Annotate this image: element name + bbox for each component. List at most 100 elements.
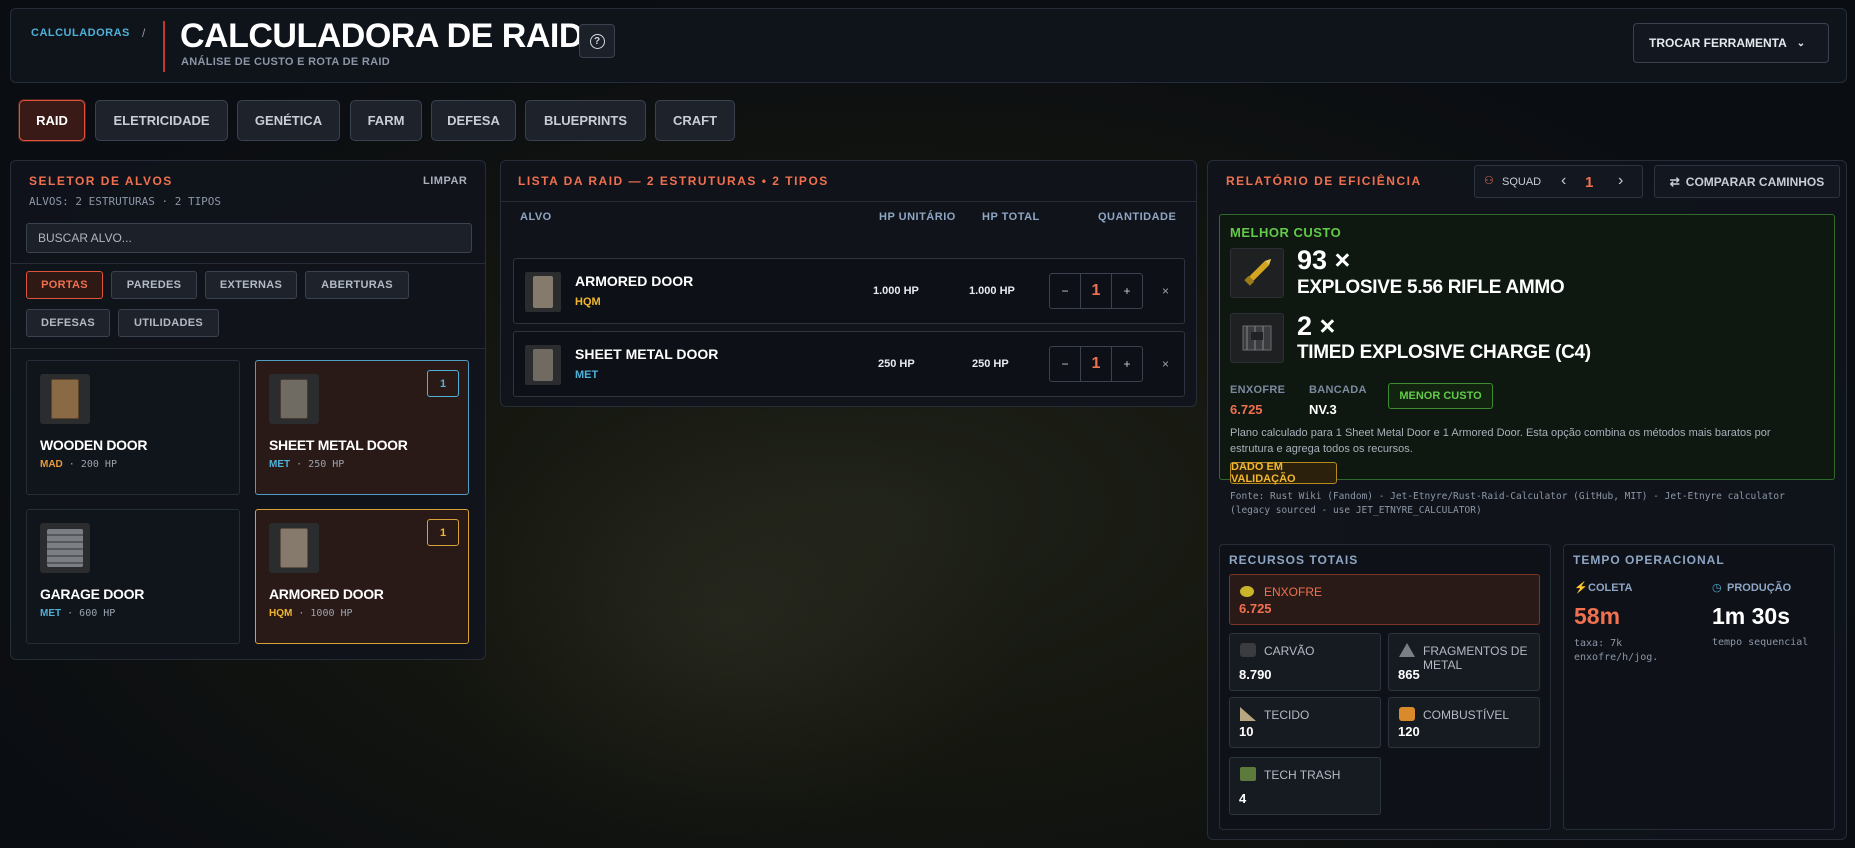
resource-label: TECH TRASH — [1264, 768, 1341, 782]
card-hp: 250 HP — [308, 459, 345, 470]
sulfur-label: ENXOFRE — [1230, 384, 1286, 396]
tech-trash-icon — [1240, 767, 1256, 781]
card-hp: 1000 HP — [310, 608, 353, 619]
target-card-garage-door[interactable]: GARAGE DOOR MET · 600 HP — [26, 509, 240, 644]
raid-list-panel: LISTA DA RAID — 2 ESTRUTURAS • 2 TIPOS A… — [500, 160, 1197, 407]
header: CALCULADORAS / CALCULADORA DE RAID ANÁLI… — [10, 8, 1847, 83]
armored-door-icon — [269, 523, 319, 573]
resources-title: RECURSOS TOTAIS — [1229, 553, 1359, 567]
row-material: HQM — [575, 296, 601, 308]
target-card-wooden-door[interactable]: WOODEN DOOR MAD · 200 HP — [26, 360, 240, 495]
breadcrumb[interactable]: CALCULADORAS — [31, 27, 130, 39]
garage-door-icon — [40, 523, 90, 573]
increment-button[interactable]: + — [1112, 274, 1142, 308]
col-hp-unit: HP UNITÁRIO — [879, 211, 956, 223]
rifle-ammo-icon — [1230, 248, 1284, 298]
target-selector-panel: SELETOR DE ALVOS LIMPAR ALVOS: 2 ESTRUTU… — [10, 160, 486, 660]
tab-craft[interactable]: CRAFT — [655, 100, 735, 141]
resource-tech-trash: TECH TRASH 4 — [1229, 757, 1381, 815]
decrement-button[interactable]: − — [1050, 347, 1080, 381]
item-name: TIMED EXPLOSIVE CHARGE (C4) — [1297, 342, 1591, 363]
switch-tool-button[interactable]: TROCAR FERRAMENTA ⌄ — [1633, 23, 1829, 63]
tab-eletricidade[interactable]: ELETRICIDADE — [95, 100, 228, 141]
help-button[interactable]: ? — [579, 24, 615, 58]
tab-genetica[interactable]: GENÉTICA — [237, 100, 340, 141]
switch-tool-label: TROCAR FERRAMENTA — [1649, 36, 1787, 50]
collect-note: taxa: 7k enxofre/h/jog. — [1574, 638, 1659, 663]
wooden-door-icon — [40, 374, 90, 424]
divider — [501, 201, 1196, 202]
remove-button[interactable]: × — [1162, 284, 1169, 298]
sulfur-icon — [1240, 586, 1254, 597]
tab-blueprints[interactable]: BLUEPRINTS — [525, 100, 646, 141]
card-meta: MET · 250 HP — [269, 459, 345, 470]
quantity-value[interactable]: 1 — [1080, 347, 1112, 381]
squad-next-button[interactable]: › — [1618, 172, 1623, 190]
clear-button[interactable]: LIMPAR — [423, 175, 467, 187]
row-name: ARMORED DOOR — [575, 273, 694, 289]
raid-row-armored-door: ARMORED DOOR HQM 1.000 HP 1.000 HP −1 + × — [513, 258, 1185, 324]
count-badge: 1 — [427, 370, 459, 397]
total-resources-panel: RECURSOS TOTAIS ENXOFRE 6.725 CARVÃO 8.7… — [1219, 544, 1551, 830]
resource-value: 120 — [1398, 724, 1420, 739]
resource-label: ENXOFRE — [1264, 585, 1323, 599]
bench-value: NV.3 — [1309, 402, 1337, 417]
quantity-stepper: −1 + — [1049, 273, 1143, 309]
metal-fragments-icon — [1399, 643, 1415, 657]
category-aberturas[interactable]: ABERTURAS — [305, 271, 409, 299]
compare-paths-button[interactable]: ⇄ COMPARAR CAMINHOS — [1654, 165, 1840, 198]
card-hp: 600 HP — [79, 608, 116, 619]
remove-button[interactable]: × — [1162, 357, 1169, 371]
category-utilidades[interactable]: UTILIDADES — [118, 309, 219, 337]
decrement-button[interactable]: − — [1050, 274, 1080, 308]
squad-prev-button[interactable]: ‹ — [1561, 172, 1566, 190]
collect-label: COLETA — [1588, 582, 1633, 594]
armored-door-icon — [525, 272, 561, 312]
efficiency-report-panel: RELATÓRIO DE EFICIÊNCIA ⚇ SQUAD ‹ 1 › ⇄ C… — [1207, 160, 1847, 840]
users-icon: ⚇ — [1484, 175, 1494, 187]
row-unit-hp: 1.000 HP — [873, 285, 919, 297]
card-meta: MAD · 200 HP — [40, 459, 117, 470]
best-cost-title: MELHOR CUSTO — [1230, 225, 1342, 240]
col-alvo: ALVO — [520, 211, 552, 223]
item-qty: 93 × — [1297, 245, 1351, 275]
validation-badge: DADO EM VALIDAÇÃO — [1230, 461, 1337, 485]
category-portas[interactable]: PORTAS — [26, 271, 103, 299]
source-note: Fonte: Rust Wiki (Fandom) - Jet-Etnyre/R… — [1230, 491, 1785, 516]
card-hp: 200 HP — [80, 459, 117, 470]
search-input[interactable]: BUSCAR ALVO... — [26, 223, 472, 253]
card-material: MET — [269, 459, 291, 470]
increment-button[interactable]: + — [1112, 347, 1142, 381]
breadcrumb-separator: / — [142, 26, 146, 40]
card-material: MAD — [40, 459, 63, 470]
sulfur-value: 6.725 — [1230, 402, 1263, 417]
category-paredes[interactable]: PAREDES — [111, 271, 197, 299]
page-subtitle: ANÁLISE DE CUSTO E ROTA DE RAID — [181, 56, 390, 68]
target-card-armored-door[interactable]: 1 ARMORED DOOR HQM · 1000 HP — [255, 509, 469, 644]
tab-defesa[interactable]: DEFESA — [431, 100, 516, 141]
title-accent-line — [163, 21, 165, 72]
divider — [11, 348, 485, 349]
divider — [11, 263, 485, 264]
resource-label: CARVÃO — [1264, 644, 1315, 658]
category-defesas[interactable]: DEFESAS — [26, 309, 110, 337]
best-cost-card: MELHOR CUSTO 93 × EXPLOSIVE 5.56 RIFLE A… — [1219, 214, 1835, 516]
question-circle-icon: ? — [589, 33, 605, 49]
target-card-sheet-metal-door[interactable]: 1 SHEET METAL DOOR MET · 250 HP — [255, 360, 469, 495]
card-name: WOODEN DOOR — [40, 437, 148, 453]
count-badge: 1 — [427, 519, 459, 546]
category-externas[interactable]: EXTERNAS — [205, 271, 297, 299]
resource-value: 10 — [1239, 724, 1254, 739]
fuel-icon — [1399, 707, 1415, 721]
resource-value: 865 — [1398, 667, 1420, 682]
tab-farm[interactable]: FARM — [350, 100, 422, 141]
clock-icon: ◷ — [1712, 582, 1722, 594]
page-title: CALCULADORA DE RAID — [180, 17, 583, 55]
bolt-icon: ⚡ — [1574, 582, 1588, 594]
resource-label: COMBUSTÍVEL — [1423, 708, 1510, 722]
report-title: RELATÓRIO DE EFICIÊNCIA — [1226, 174, 1422, 188]
production-note: tempo sequencial — [1712, 637, 1809, 648]
quantity-value[interactable]: 1 — [1080, 274, 1112, 308]
tab-raid[interactable]: RAID — [19, 100, 85, 141]
resource-charcoal: CARVÃO 8.790 — [1229, 633, 1381, 691]
